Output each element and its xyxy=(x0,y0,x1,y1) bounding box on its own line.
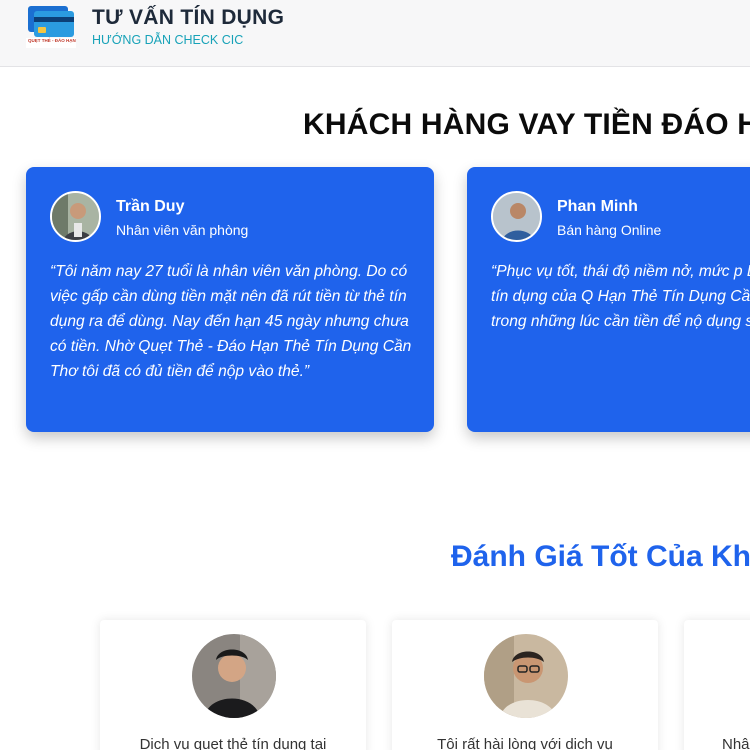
site-header: QUẸT THẺ - ĐÁO HẠN TƯ VẤN TÍN DỤNG HƯỚNG… xyxy=(0,0,750,67)
person-photo-icon xyxy=(192,634,276,718)
site-subtitle: HƯỚNG DẪN CHECK CIC xyxy=(92,33,244,47)
person-photo-icon xyxy=(493,193,540,240)
testimonial-role: Bán hàng Online xyxy=(557,222,662,238)
reviews-heading: Đánh Giá Tốt Của Kh xyxy=(451,540,750,573)
avatar xyxy=(50,191,101,242)
testimonial-card: Phan Minh Bán hàng Online “Phục vụ tốt, … xyxy=(467,167,750,432)
testimonial-role: Nhân viên văn phòng xyxy=(116,222,249,238)
review-card: Nhâ xyxy=(684,620,750,750)
review-text: Dịch vụ quẹt thẻ tín dụng tại xyxy=(139,736,327,750)
testimonial-card: Trần Duy Nhân viên văn phòng “Tôi năm na… xyxy=(26,167,434,432)
review-text: Tôi rất hài lòng với dịch vụ xyxy=(437,736,613,750)
testimonial-quote: “Phục vụ tốt, thái độ niềm nở, mức p Dịc… xyxy=(491,263,750,330)
testimonial-name: Trần Duy xyxy=(116,198,185,215)
site-title[interactable]: TƯ VẤN TÍN DỤNG xyxy=(92,6,284,30)
logo-text: QUẸT THẺ - ĐÁO HẠN xyxy=(28,38,76,43)
avatar xyxy=(484,634,568,718)
person-photo-icon xyxy=(52,193,99,240)
person-photo-icon xyxy=(484,634,568,718)
logo[interactable]: QUẸT THẺ - ĐÁO HẠN xyxy=(26,2,76,48)
review-card: Dịch vụ quẹt thẻ tín dụng tại xyxy=(100,620,366,750)
testimonial-name: Phan Minh xyxy=(557,198,638,215)
avatar xyxy=(491,191,542,242)
avatar xyxy=(192,634,276,718)
testimonials-heading: KHÁCH HÀNG VAY TIỀN ĐÁO H xyxy=(303,108,750,141)
review-text: Nhâ xyxy=(722,736,750,750)
testimonial-quote: “Tôi năm nay 27 tuổi là nhân viên văn ph… xyxy=(50,263,412,380)
review-card: Tôi rất hài lòng với dịch vụ xyxy=(392,620,658,750)
